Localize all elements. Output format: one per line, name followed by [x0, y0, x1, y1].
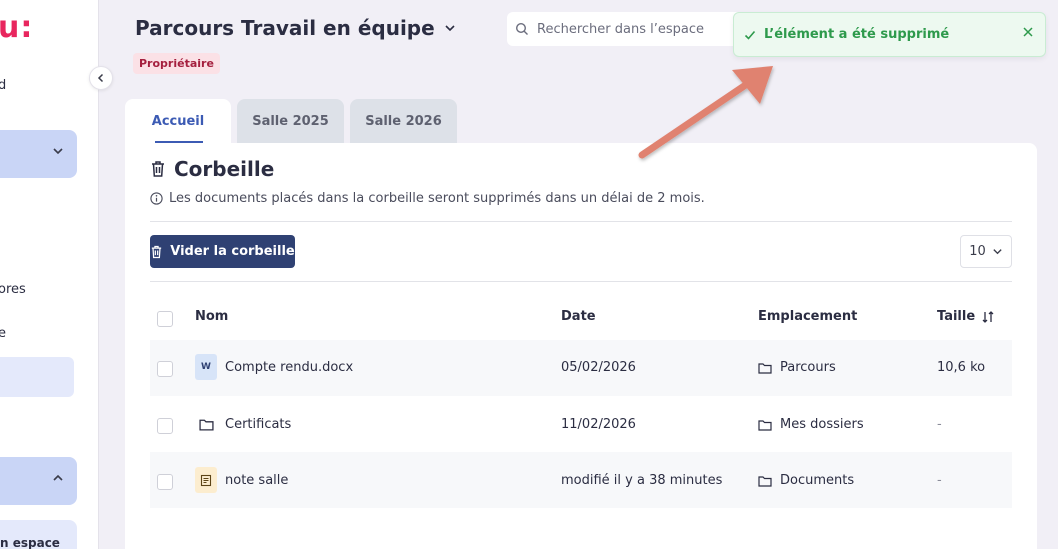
word-file-letter: W: [201, 362, 211, 372]
file-name-cell[interactable]: Certificats: [195, 411, 291, 437]
toast-message: L’élément a été supprimé: [764, 27, 950, 42]
row-checkbox[interactable]: [157, 361, 173, 377]
trash-icon: [152, 245, 162, 258]
folder-icon: [195, 411, 217, 437]
success-toast: L’élément a été supprimé: [733, 12, 1046, 57]
file-name-cell[interactable]: W Compte rendu.docx: [195, 354, 353, 380]
file-name: Certificats: [225, 416, 292, 432]
app-logo: u:: [0, 10, 34, 45]
page-size-select[interactable]: 10: [960, 235, 1012, 268]
tab-salle-2026[interactable]: Salle 2026: [350, 99, 457, 143]
sidebar-item-ores[interactable]: ores: [0, 282, 26, 297]
word-file-icon: W: [195, 354, 217, 380]
search-icon: [515, 22, 528, 35]
tab-label: Accueil: [151, 113, 205, 129]
column-header-size[interactable]: Taille: [937, 309, 995, 324]
sidebar-section-header-1[interactable]: [0, 130, 77, 178]
divider: [150, 221, 1012, 222]
location-cell[interactable]: Mes dossiers: [758, 417, 864, 432]
chevron-down-icon: [993, 249, 1002, 255]
chevron-up-icon: [53, 474, 63, 481]
tab-label: Salle 2026: [365, 113, 442, 129]
trash-info-text: Les documents placés dans la corbeille s…: [169, 191, 705, 206]
row-checkbox[interactable]: [157, 418, 173, 434]
role-badge: Propriétaire: [133, 53, 220, 74]
location-name: Documents: [780, 473, 855, 488]
row-checkbox[interactable]: [157, 474, 173, 490]
select-all-checkbox[interactable]: [157, 311, 173, 327]
sidebar-new-space-label: n espace: [0, 536, 60, 549]
sidebar-new-space-button[interactable]: n espace: [0, 520, 77, 549]
check-icon: [744, 30, 756, 40]
column-label: Nom: [195, 309, 229, 324]
chevron-down-icon: [445, 25, 455, 32]
size-cell: 10,6 ko: [937, 360, 986, 375]
sidebar-collapse-button[interactable]: [89, 66, 113, 90]
column-header-location[interactable]: Emplacement: [758, 309, 857, 324]
file-name-cell[interactable]: note salle: [195, 467, 288, 493]
sort-descending-icon[interactable]: [981, 310, 995, 324]
empty-trash-label: Vider la corbeille: [170, 244, 295, 259]
column-header-date[interactable]: Date: [561, 309, 596, 324]
search-box[interactable]: [507, 12, 747, 46]
folder-icon: [758, 362, 772, 374]
sidebar-section-header-2[interactable]: [0, 457, 77, 505]
trash-heading: Corbeille: [150, 157, 274, 181]
search-input[interactable]: [537, 21, 727, 37]
note-icon: [195, 467, 217, 493]
trash-icon: [152, 161, 164, 177]
tab-salle-2025[interactable]: Salle 2025: [237, 99, 344, 143]
column-label: Taille: [937, 309, 976, 324]
column-label: Date: [561, 309, 596, 324]
empty-trash-button[interactable]: Vider la corbeille: [150, 235, 295, 268]
date-cell: modifié il y a 38 minutes: [561, 473, 723, 488]
sidebar-item-d[interactable]: d: [0, 78, 6, 93]
column-label: Emplacement: [758, 309, 858, 324]
chevron-left-icon: [97, 73, 104, 83]
column-header-name[interactable]: Nom: [195, 309, 228, 324]
size-cell: -: [937, 417, 942, 432]
info-icon: [150, 192, 163, 205]
sidebar: u: d ores e n espace: [0, 0, 99, 549]
size-cell: -: [937, 473, 942, 488]
tab-active-underline: [155, 141, 203, 143]
date-cell: 05/02/2026: [561, 360, 636, 375]
sidebar-section-body-1: ores e: [0, 178, 77, 444]
location-cell[interactable]: Parcours: [758, 360, 836, 375]
date-cell: 11/02/2026: [561, 417, 636, 432]
folder-icon: [758, 475, 772, 487]
location-cell[interactable]: Documents: [758, 473, 854, 488]
tab-label: Salle 2025: [252, 113, 329, 129]
divider: [150, 281, 1012, 282]
tab-accueil[interactable]: Accueil: [125, 99, 231, 143]
location-name: Mes dossiers: [780, 417, 864, 432]
sidebar-item-e[interactable]: e: [0, 326, 6, 341]
close-icon: [1023, 27, 1033, 37]
page-title[interactable]: Parcours Travail en équipe: [135, 16, 457, 40]
sidebar-item-selected[interactable]: [0, 357, 74, 397]
toast-close-button[interactable]: [1019, 23, 1037, 41]
location-name: Parcours: [780, 360, 836, 375]
file-name: note salle: [225, 472, 289, 488]
folder-icon: [758, 419, 772, 431]
page-title-text: Parcours Travail en équipe: [135, 16, 435, 40]
file-name: Compte rendu.docx: [225, 359, 354, 375]
trash-heading-text: Corbeille: [174, 157, 275, 181]
page-size-value: 10: [969, 244, 986, 259]
trash-info: Les documents placés dans la corbeille s…: [150, 191, 705, 206]
chevron-down-icon: [53, 148, 63, 155]
